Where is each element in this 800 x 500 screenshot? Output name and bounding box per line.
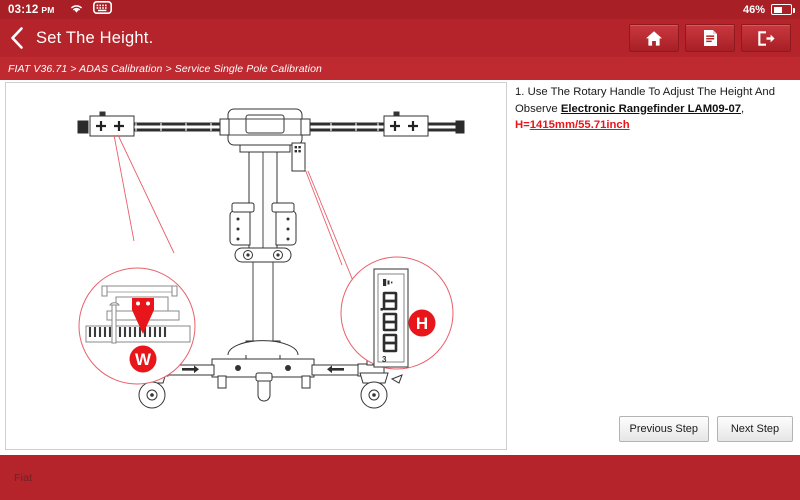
height-value: H=1415mm/55.71inch — [515, 119, 630, 131]
status-icon-group — [69, 0, 112, 19]
home-button[interactable] — [629, 24, 679, 52]
callout-h: 3 H — [304, 168, 454, 370]
status-bar: 03:12 PM 46% — [0, 0, 800, 19]
wifi-icon — [69, 1, 84, 19]
page-title: Set The Height. — [36, 28, 154, 47]
status-battery-group: 46% — [742, 3, 795, 16]
home-icon — [645, 30, 663, 47]
keyboard-icon — [92, 0, 112, 19]
header-toolbar — [629, 24, 800, 52]
breadcrumb[interactable]: FIAT V36.71 > ADAS Calibration > Service… — [0, 57, 800, 80]
breadcrumb-text: FIAT V36.71 > ADAS Calibration > Service… — [8, 62, 322, 75]
app-root: 03:12 PM 46% Set The Height. FIAT V36.71… — [0, 0, 800, 500]
report-button[interactable] — [685, 24, 735, 52]
status-clock: 03:12 PM — [8, 4, 55, 16]
app-header: Set The Height. — [0, 19, 800, 57]
svg-text:H: H — [416, 314, 428, 333]
footer-bar: Fiat — [0, 455, 800, 500]
instruction-panel: 1. Use The Rotary Handle To Adjust The H… — [513, 82, 796, 450]
instruction-text: 1. Use The Rotary Handle To Adjust The H… — [513, 82, 796, 134]
status-time-ampm: PM — [41, 4, 55, 15]
device-name: Electronic Rangefinder LAM09-07 — [560, 102, 742, 115]
next-step-button[interactable]: Next Step — [717, 416, 793, 442]
height-prefix: H= — [515, 119, 530, 131]
exit-button[interactable] — [741, 24, 791, 52]
previous-step-button[interactable]: Previous Step — [618, 416, 709, 442]
diagram-panel: W 3 H — [5, 82, 507, 450]
single-pole-calibration-rig-diagram: W 3 H — [77, 108, 465, 409]
content-area: W 3 H 1. Use The Rotary Handle To Adjust… — [0, 80, 800, 455]
exit-icon — [757, 30, 776, 47]
svg-text:3: 3 — [382, 355, 387, 364]
status-time-value: 03:12 — [8, 3, 39, 16]
instruction-number: 1. — [515, 86, 525, 98]
back-chevron-icon — [9, 26, 25, 50]
report-icon — [703, 29, 718, 47]
height-measurement: 1415mm/55.71inch — [529, 119, 630, 131]
callout-w: W — [78, 134, 196, 385]
battery-percent-label: 46% — [742, 3, 765, 16]
battery-icon — [771, 4, 795, 15]
step-button-group: Previous Step Next Step — [513, 416, 796, 442]
footer-vehicle-label: Fiat — [14, 471, 33, 484]
back-button[interactable] — [0, 19, 34, 57]
instruction-comma: , — [741, 102, 745, 115]
svg-text:W: W — [135, 350, 152, 369]
